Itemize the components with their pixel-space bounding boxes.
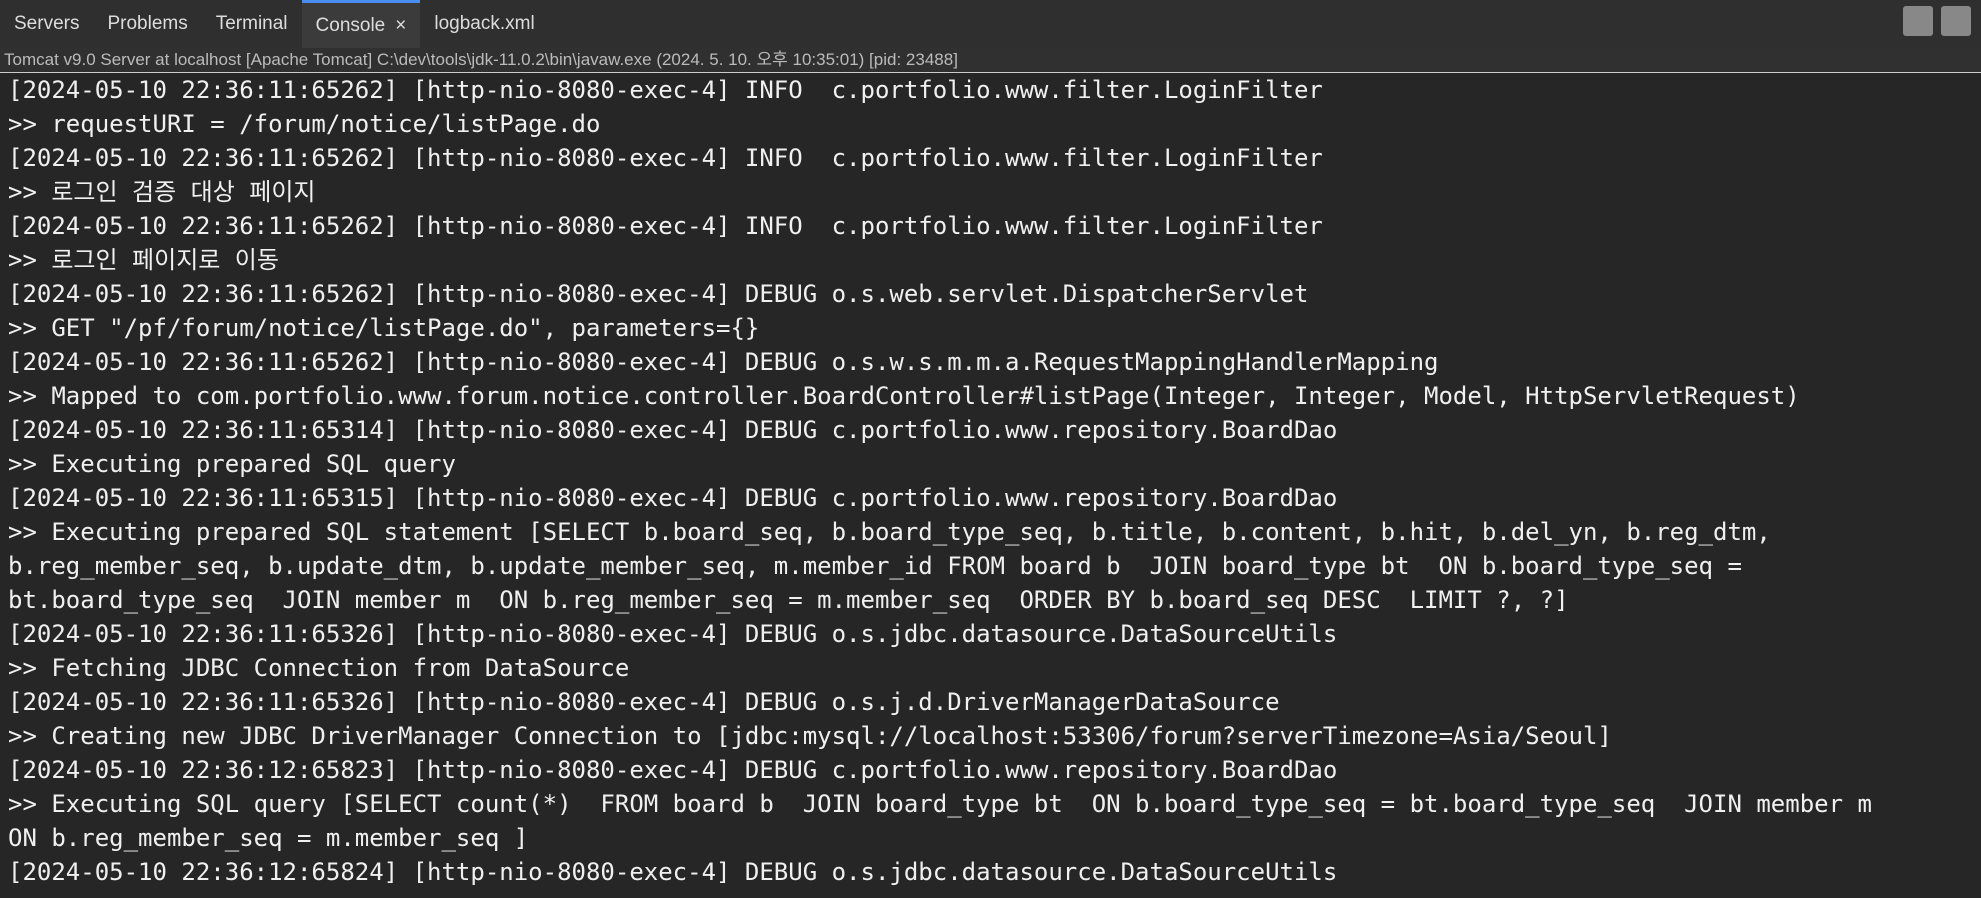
log-line: [2024-05-10 22:36:11:65262] [http-nio-80… [8,76,1323,104]
tab-problems[interactable]: Problems [93,0,201,48]
tab-terminal[interactable]: Terminal [202,0,302,48]
tab-servers[interactable]: Servers [0,0,93,48]
log-line: [2024-05-10 22:36:11:65314] [http-nio-80… [8,416,1338,444]
log-line: [2024-05-10 22:36:12:65823] [http-nio-80… [8,756,1338,784]
log-line: >> Executing prepared SQL query [8,450,456,478]
log-line: [2024-05-10 22:36:11:65262] [http-nio-80… [8,212,1323,240]
log-line: bt.board_type_seq JOIN member m ON b.reg… [8,586,1569,614]
log-line: [2024-05-10 22:36:11:65262] [http-nio-80… [8,144,1323,172]
log-line: b.reg_member_seq, b.update_dtm, b.update… [8,552,1742,580]
log-line: >> 로그인 페이지로 이동 [8,246,279,274]
log-line: [2024-05-10 22:36:12:65824] [http-nio-80… [8,858,1338,886]
log-line: >> 로그인 검증 대상 페이지 [8,178,316,206]
log-line: >> requestURI = /forum/notice/listPage.d… [8,110,601,138]
log-line: >> Creating new JDBC DriverManager Conne… [8,722,1612,750]
view-tabs: Servers Problems Terminal Console × logba… [0,0,1981,48]
log-line: >> Executing prepared SQL statement [SEL… [8,518,1771,546]
log-line: >> GET "/pf/forum/notice/listPage.do", p… [8,314,760,342]
log-line: [2024-05-10 22:36:11:65262] [http-nio-80… [8,348,1439,376]
log-line: ON b.reg_member_seq = m.member_seq ] [8,824,529,852]
console-toolbar [1903,6,1971,36]
terminate-icon[interactable] [1903,6,1933,36]
console-output: [2024-05-10 22:36:11:65262] [http-nio-80… [0,73,1981,889]
console-status: Tomcat v9.0 Server at localhost [Apache … [0,48,1981,73]
log-line: >> Fetching JDBC Connection from DataSou… [8,654,630,682]
log-line: [2024-05-10 22:36:11:65315] [http-nio-80… [8,484,1338,512]
tab-logback[interactable]: logback.xml [420,0,548,48]
log-line: [2024-05-10 22:36:11:65326] [http-nio-80… [8,688,1280,716]
log-line: >> Executing SQL query [SELECT count(*) … [8,790,1872,818]
log-line: [2024-05-10 22:36:11:65326] [http-nio-80… [8,620,1338,648]
tab-console[interactable]: Console × [301,0,421,48]
log-line: [2024-05-10 22:36:11:65262] [http-nio-80… [8,280,1309,308]
log-line: >> Mapped to com.portfolio.www.forum.not… [8,382,1800,410]
remove-icon[interactable] [1941,6,1971,36]
close-icon[interactable]: × [395,15,406,37]
